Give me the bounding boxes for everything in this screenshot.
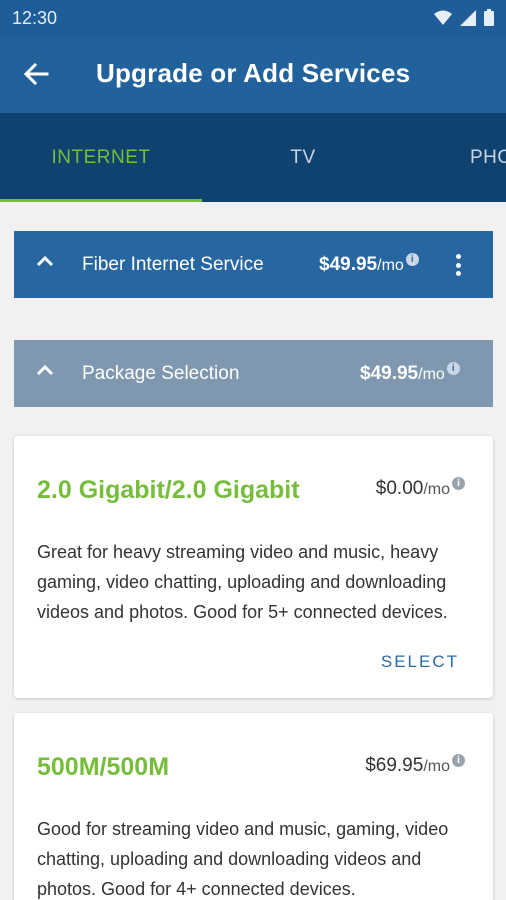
package-price-unit: /mo <box>418 366 445 383</box>
info-icon[interactable]: i <box>452 754 465 767</box>
tab-internet[interactable]: INTERNET <box>0 113 202 202</box>
package-price-value: $69.95 <box>365 755 424 776</box>
back-button[interactable] <box>14 54 58 94</box>
package-description: Great for heavy streaming video and musi… <box>37 542 448 622</box>
fiber-price-value: $49.95 <box>319 254 378 275</box>
service-tabs: INTERNET TV PHONE <box>0 113 506 202</box>
tab-tv[interactable]: TV <box>202 113 404 202</box>
info-icon[interactable]: i <box>452 477 465 490</box>
chevron-up-icon <box>36 255 54 267</box>
fiber-internet-section-header[interactable]: Fiber Internet Service $49.95/mo i <box>14 231 493 298</box>
package-price-value: $49.95 <box>360 363 419 384</box>
fiber-price-unit: /mo <box>377 257 404 274</box>
package-price-unit: /mo <box>423 758 450 775</box>
package-price: $69.95/mo i <box>365 754 465 777</box>
info-icon[interactable]: i <box>405 253 419 266</box>
package-title: 500M/500M <box>37 753 170 781</box>
more-options-button[interactable] <box>450 251 466 279</box>
select-button[interactable]: SELECT <box>381 652 459 672</box>
wifi-icon <box>434 10 452 25</box>
package-section-label: Package Selection <box>82 362 240 384</box>
app-bar: Upgrade or Add Services <box>0 36 506 113</box>
page-title: Upgrade or Add Services <box>96 58 411 88</box>
package-title: 2.0 Gigabit/2.0 Gigabit <box>37 476 300 504</box>
active-tab-indicator <box>0 199 202 202</box>
package-price: $0.00/mo i <box>375 477 465 500</box>
package-price-value: $0.00 <box>375 478 424 499</box>
package-description: Good for streaming video and music, gami… <box>37 819 449 899</box>
info-icon[interactable]: i <box>446 362 460 375</box>
status-time: 12:30 <box>12 8 58 28</box>
tab-phone[interactable]: PHONE <box>404 113 506 202</box>
package-price-unit: /mo <box>423 481 450 498</box>
package-selection-section-header[interactable]: Package Selection $49.95/mo i <box>14 340 493 407</box>
package-card: 500M/500M $69.95/mo i Good for streaming … <box>14 713 493 900</box>
status-bar: 12:30 <box>0 0 506 36</box>
status-icons <box>434 9 494 26</box>
chevron-up-icon <box>36 364 54 376</box>
signal-icon <box>460 9 476 26</box>
battery-icon <box>484 9 494 26</box>
package-section-price: $49.95/mo i <box>360 362 460 385</box>
back-arrow-icon <box>23 63 49 85</box>
fiber-section-label: Fiber Internet Service <box>82 253 264 275</box>
fiber-section-price: $49.95/mo i <box>319 253 419 276</box>
package-card: 2.0 Gigabit/2.0 Gigabit $0.00/mo i Great … <box>14 436 493 698</box>
